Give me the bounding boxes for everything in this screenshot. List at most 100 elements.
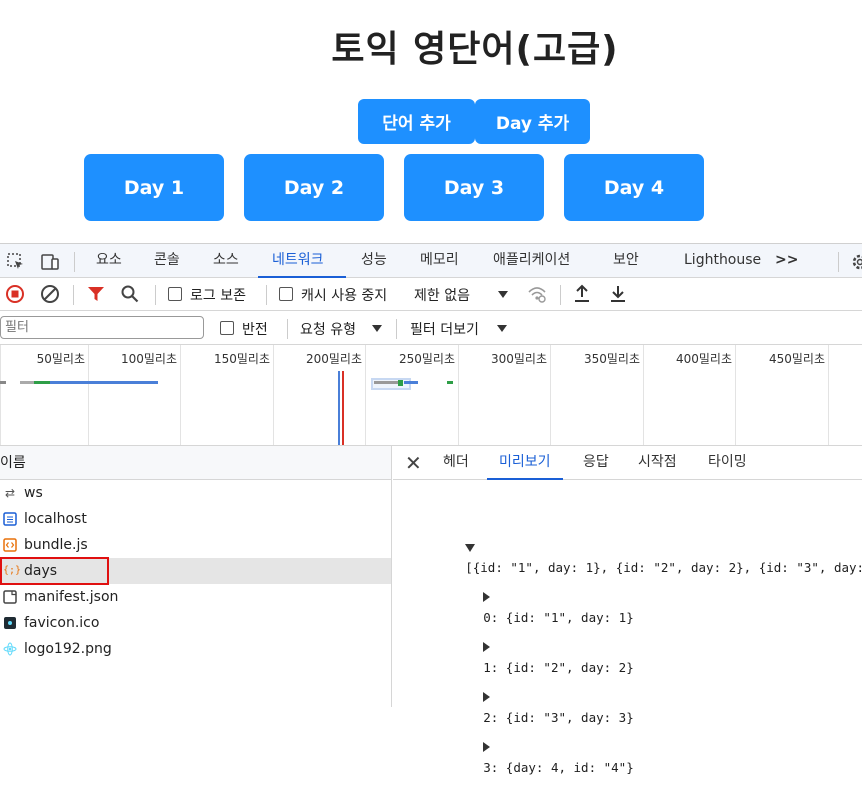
devtools-panel: 요소 콘솔 소스 네트워크 성능 메모리 애플리케이션 보안 Lighthous… (0, 243, 862, 707)
request-list: 이름 ⇄ ws localhost bundle.js {;} days (0, 446, 392, 707)
tab-response[interactable]: 응답 (583, 446, 609, 480)
preserve-log-checkbox[interactable] (168, 287, 182, 301)
waterfall-bar (398, 380, 403, 386)
export-har-icon[interactable] (608, 284, 628, 304)
add-day-button[interactable]: Day 추가 (475, 99, 590, 144)
inspect-element-icon[interactable] (6, 252, 26, 272)
json-root-node[interactable]: [{id: "1", day: 1}, {id: "2", day: 2}, {… (393, 518, 862, 538)
request-name: logo192.png (24, 641, 112, 657)
timeline-tick: 50밀리초 (5, 350, 85, 367)
filter-icon[interactable] (86, 284, 106, 304)
request-row-logo192-png[interactable]: logo192.png (0, 636, 391, 662)
search-icon[interactable] (120, 284, 140, 304)
disable-cache-label: 캐시 사용 중지 (301, 285, 387, 305)
day-2-button[interactable]: Day 2 (244, 154, 384, 221)
tab-network[interactable]: 네트워크 (258, 244, 346, 278)
tab-performance[interactable]: 성능 (361, 244, 387, 278)
day-4-button[interactable]: Day 4 (564, 154, 704, 221)
tab-security[interactable]: 보안 (613, 244, 639, 278)
day-3-button[interactable]: Day 3 (404, 154, 544, 221)
invert-checkbox[interactable] (220, 321, 234, 335)
json-item-text: 3: {day: 4, id: "4"} (483, 760, 634, 775)
tab-initiator[interactable]: 시작점 (638, 446, 677, 480)
timeline-tick: 250밀리초 (375, 350, 455, 367)
dom-content-loaded-line (338, 371, 340, 446)
more-tabs-button[interactable]: >> (775, 244, 798, 278)
request-name: manifest.json (24, 589, 118, 605)
json-icon: {;} (3, 564, 17, 578)
more-filters-dropdown[interactable]: 필터 더보기 (410, 319, 479, 339)
timeline-tick: 100밀리초 (97, 350, 177, 367)
expand-triangle-icon[interactable] (483, 642, 490, 652)
request-row-bundle-js[interactable]: bundle.js (0, 532, 391, 558)
document-icon (3, 512, 17, 526)
tab-headers[interactable]: 헤더 (443, 446, 469, 480)
more-filters-chevron-icon (497, 325, 507, 332)
record-stop-icon[interactable] (5, 284, 25, 304)
gear-icon[interactable] (850, 252, 862, 272)
request-name: ws (24, 485, 43, 501)
request-name: favicon.ico (24, 615, 99, 631)
waterfall-bar (0, 381, 6, 384)
waterfall-bar (374, 381, 398, 384)
image-icon (3, 642, 17, 656)
script-icon (3, 538, 17, 552)
timeline-tick: 350밀리초 (560, 350, 640, 367)
network-conditions-icon[interactable] (527, 284, 547, 304)
tab-console[interactable]: 콘솔 (154, 244, 180, 278)
json-item-node[interactable]: 1: {id: "2", day: 2} (393, 618, 862, 638)
tab-application[interactable]: 애플리케이션 (493, 244, 570, 278)
request-row-favicon-ico[interactable]: favicon.ico (0, 610, 391, 636)
request-row-localhost[interactable]: localhost (0, 506, 391, 532)
collapse-triangle-icon[interactable] (465, 544, 475, 552)
request-type-chevron-icon (372, 325, 382, 332)
network-overview[interactable]: 50밀리초 100밀리초 150밀리초 200밀리초 250밀리초 300밀리초… (0, 345, 862, 446)
tab-elements[interactable]: 요소 (96, 244, 122, 278)
timeline-tick: 300밀리초 (467, 350, 547, 367)
request-row-manifest-json[interactable]: manifest.json (0, 584, 391, 610)
clear-icon[interactable] (40, 284, 60, 304)
import-har-icon[interactable] (572, 284, 592, 304)
favicon-icon (3, 616, 17, 630)
waterfall-bar (404, 381, 418, 384)
filter-bar: 반전 요청 유형 필터 더보기 (0, 311, 862, 345)
disable-cache-checkbox[interactable] (279, 287, 293, 301)
tab-sources[interactable]: 소스 (213, 244, 239, 278)
expand-triangle-icon[interactable] (483, 592, 490, 602)
load-event-line (342, 371, 344, 446)
page-title: 토익 영단어(고급) (0, 20, 862, 72)
expand-triangle-icon[interactable] (483, 692, 490, 702)
timeline-tick: 200밀리초 (282, 350, 362, 367)
tab-lighthouse[interactable]: Lighthouse (684, 244, 761, 278)
request-row-ws[interactable]: ⇄ ws (0, 480, 391, 506)
expand-triangle-icon[interactable] (483, 742, 490, 752)
json-item-node[interactable]: 0: {id: "1", day: 1} (393, 568, 862, 588)
filter-input[interactable] (0, 316, 204, 339)
json-item-node[interactable]: 3: {day: 4, id: "4"} (393, 718, 862, 738)
json-preview: [{id: "1", day: 1}, {id: "2", day: 2}, {… (393, 480, 862, 768)
name-column-header[interactable]: 이름 (0, 446, 391, 480)
close-icon[interactable]: ✕ (405, 451, 422, 475)
tab-timing[interactable]: 타이밍 (708, 446, 747, 480)
request-detail-pane: ✕ 헤더 미리보기 응답 시작점 타이밍 [{id: "1", day: 1},… (393, 446, 862, 707)
network-toolbar: 로그 보존 캐시 사용 중지 제한 없음 (0, 278, 862, 311)
timeline-tick: 150밀리초 (190, 350, 270, 367)
device-toolbar-icon[interactable] (40, 252, 60, 272)
timeline-tick: 450밀리초 (745, 350, 825, 367)
detail-tab-bar: ✕ 헤더 미리보기 응답 시작점 타이밍 (393, 446, 862, 480)
app-area: 토익 영단어(고급) 단어 추가 Day 추가 Day 1 Day 2 Day … (0, 0, 862, 243)
tab-memory[interactable]: 메모리 (420, 244, 459, 278)
json-item-node[interactable]: 2: {id: "3", day: 3} (393, 668, 862, 688)
add-word-button[interactable]: 단어 추가 (358, 99, 475, 144)
day-1-button[interactable]: Day 1 (84, 154, 224, 221)
throttling-dropdown-icon[interactable] (498, 291, 508, 298)
throttling-select[interactable]: 제한 없음 (414, 285, 470, 305)
devtools-tab-bar: 요소 콘솔 소스 네트워크 성능 메모리 애플리케이션 보안 Lighthous… (0, 243, 862, 278)
websocket-icon: ⇄ (3, 486, 17, 500)
waterfall-bar (50, 381, 158, 384)
request-name: bundle.js (24, 537, 88, 553)
request-name: localhost (24, 511, 87, 527)
request-row-days[interactable]: {;} days (0, 558, 391, 584)
tab-preview[interactable]: 미리보기 (487, 446, 563, 480)
request-type-dropdown[interactable]: 요청 유형 (300, 319, 356, 339)
